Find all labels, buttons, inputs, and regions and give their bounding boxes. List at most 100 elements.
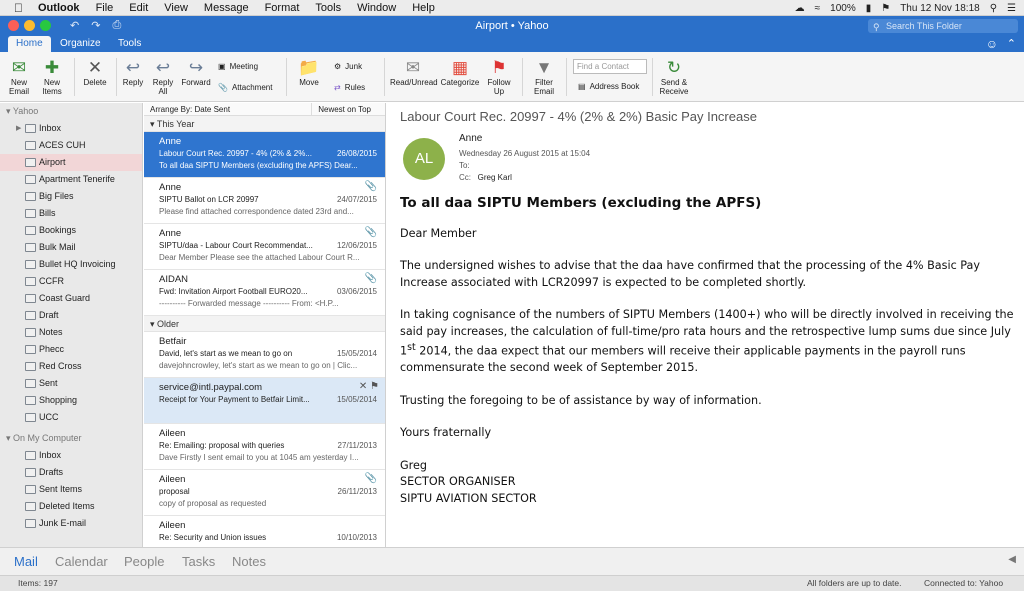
account-header[interactable]: ▾ Yahoo	[0, 103, 142, 120]
send-receive-button[interactable]: ↻ Send & Receive	[658, 56, 690, 97]
folder-big-files[interactable]: Big Files	[0, 188, 142, 205]
address-book-button[interactable]: ▤ Address Book	[578, 82, 639, 91]
junk-button[interactable]: ⚙ Junk	[334, 62, 362, 71]
message-date: 12/06/2015	[336, 241, 377, 250]
nav-people[interactable]: People	[124, 554, 164, 569]
nav-mail[interactable]: Mail	[14, 554, 38, 569]
categorize-button[interactable]: ▦ Categorize	[440, 56, 480, 88]
group-header-older[interactable]: ▾ Older	[144, 316, 385, 332]
local-sent-items[interactable]: Sent Items	[0, 481, 142, 498]
search-field[interactable]: ⚲ Search This Folder	[868, 19, 1018, 33]
local-junk-email[interactable]: Junk E-mail	[0, 515, 142, 532]
clock[interactable]: Thu 12 Nov 18:18	[900, 3, 980, 14]
cloud-icon[interactable]: ☁	[795, 3, 805, 14]
local-deleted-items[interactable]: Deleted Items	[0, 498, 142, 515]
notifications-icon[interactable]: ☰	[1007, 3, 1016, 14]
menu-window[interactable]: Window	[357, 2, 396, 14]
reply-all-button[interactable]: ↩ Reply All	[150, 56, 176, 97]
new-email-button[interactable]: ✉ New Email	[6, 56, 32, 97]
folder-inbox[interactable]: ▶ Inbox	[0, 120, 142, 137]
apple-icon[interactable]: 	[14, 1, 28, 15]
list-item[interactable]: 📎 AIDAN Fwd: Invitation Airport Football…	[144, 270, 385, 316]
list-item[interactable]: ✕ ⚑ service@intl.paypal.com Receipt for …	[144, 378, 385, 424]
menu-edit[interactable]: Edit	[129, 2, 148, 14]
folder-bulk-mail[interactable]: Bulk Mail	[0, 239, 142, 256]
menu-tools[interactable]: Tools	[315, 2, 341, 14]
folder-shopping[interactable]: Shopping	[0, 392, 142, 409]
on-my-computer-header[interactable]: ▾ On My Computer	[0, 430, 142, 447]
folder-draft[interactable]: Draft	[0, 307, 142, 324]
nav-notes[interactable]: Notes	[232, 554, 266, 569]
sort-order-dropdown[interactable]: Newest on Top	[311, 103, 385, 116]
new-items-button[interactable]: ✚ New Items	[38, 56, 66, 97]
list-item[interactable]: Betfair David, let's start as we mean to…	[144, 332, 385, 378]
flag-icon: ⚑	[491, 57, 507, 77]
meeting-button[interactable]: ▣ Meeting	[218, 62, 258, 71]
message-subject: Receipt for Your Payment to Betfair Limi…	[159, 395, 310, 404]
forward-button[interactable]: ↪ Forward	[180, 56, 212, 88]
list-item[interactable]: 📎 Anne SIPTU Ballot on LCR 20997 24/07/20…	[144, 178, 385, 224]
folder-bills[interactable]: Bills	[0, 205, 142, 222]
meeting-icon: ▣	[218, 62, 226, 71]
folder-sent[interactable]: Sent	[0, 375, 142, 392]
folder-notes[interactable]: Notes	[0, 324, 142, 341]
keyboard-flag-icon[interactable]: ⚑	[881, 3, 890, 14]
find-contact-input[interactable]: Find a Contact	[573, 59, 647, 74]
delete-button[interactable]: ✕ Delete	[80, 56, 110, 88]
folder-ucc[interactable]: UCC	[0, 409, 142, 426]
menu-file[interactable]: File	[96, 2, 114, 14]
filter-email-button[interactable]: ▼ Filter Email	[530, 56, 558, 97]
list-item[interactable]: Aileen Re: Emailing: proposal with queri…	[144, 424, 385, 470]
spotlight-icon[interactable]: ⚲	[990, 3, 997, 14]
tab-organize[interactable]: Organize	[52, 36, 109, 52]
attachment-button[interactable]: 📎 Attachment	[218, 83, 272, 92]
battery-icon[interactable]: ▮	[866, 3, 872, 14]
folder-bookings[interactable]: Bookings	[0, 222, 142, 239]
feedback-smiley-icon[interactable]: ☺	[986, 37, 998, 51]
menu-help[interactable]: Help	[412, 2, 435, 14]
nav-more-icon[interactable]: ◀	[1008, 554, 1016, 565]
folder-coast-guard[interactable]: Coast Guard	[0, 290, 142, 307]
folder-phecc[interactable]: Phecc	[0, 341, 142, 358]
collapse-ribbon-icon[interactable]: ⌃	[1007, 37, 1016, 50]
menu-view[interactable]: View	[164, 2, 188, 14]
list-item[interactable]: Anne Labour Court Rec. 20997 - 4% (2% & …	[144, 132, 385, 178]
tab-tools[interactable]: Tools	[110, 36, 149, 52]
list-item[interactable]: Aileen Re: Security and Union issues 10/1…	[144, 516, 385, 547]
folder-icon	[25, 413, 36, 422]
delete-message-icon[interactable]: ✕	[359, 381, 367, 392]
read-unread-button[interactable]: ✉ Read/Unread	[390, 56, 438, 88]
folder-label: Bookings	[39, 225, 77, 235]
folder-airport[interactable]: Airport	[0, 154, 142, 171]
message-subject: David, let's start as we mean to go on	[159, 349, 293, 358]
folder-bullet-hq[interactable]: Bullet HQ Invoicing	[0, 256, 142, 273]
follow-up-button[interactable]: ⚑ Follow Up	[486, 56, 512, 97]
email-sender[interactable]: Anne	[459, 133, 482, 144]
local-drafts[interactable]: Drafts	[0, 464, 142, 481]
group-header-this-year[interactable]: ▾ This Year	[144, 116, 385, 132]
email-cc-recipients[interactable]: Greg Karl	[478, 173, 512, 182]
folder-apartment-tenerife[interactable]: Apartment Tenerife	[0, 171, 142, 188]
menu-app[interactable]: Outlook	[38, 2, 80, 14]
folder-label: Draft	[39, 310, 59, 320]
menu-format[interactable]: Format	[265, 2, 300, 14]
folder-red-cross[interactable]: Red Cross	[0, 358, 142, 375]
reply-button[interactable]: ↩ Reply	[120, 56, 146, 88]
nav-tasks[interactable]: Tasks	[182, 554, 215, 569]
folder-aces-cuh[interactable]: ACES CUH	[0, 137, 142, 154]
folder-ccfr[interactable]: CCFR	[0, 273, 142, 290]
wifi-icon[interactable]: ≈	[815, 3, 821, 14]
folder-label: Apartment Tenerife	[39, 174, 115, 184]
disclosure-triangle-icon[interactable]: ▶	[16, 120, 21, 137]
menu-message[interactable]: Message	[204, 2, 249, 14]
nav-calendar[interactable]: Calendar	[55, 554, 108, 569]
arrange-by-dropdown[interactable]: Arrange By: Date Sent	[150, 105, 230, 114]
tab-home[interactable]: Home	[8, 36, 51, 52]
flag-message-icon[interactable]: ⚑	[370, 381, 379, 392]
rules-button[interactable]: ⇄ Rules	[334, 83, 365, 92]
list-item[interactable]: 📎 Anne SIPTU/daa - Labour Court Recommen…	[144, 224, 385, 270]
local-inbox[interactable]: Inbox	[0, 447, 142, 464]
message-subject: proposal	[159, 487, 190, 496]
list-item[interactable]: 📎 Aileen proposal 26/11/2013 copy of prop…	[144, 470, 385, 516]
move-button[interactable]: 📁 Move	[294, 56, 324, 88]
